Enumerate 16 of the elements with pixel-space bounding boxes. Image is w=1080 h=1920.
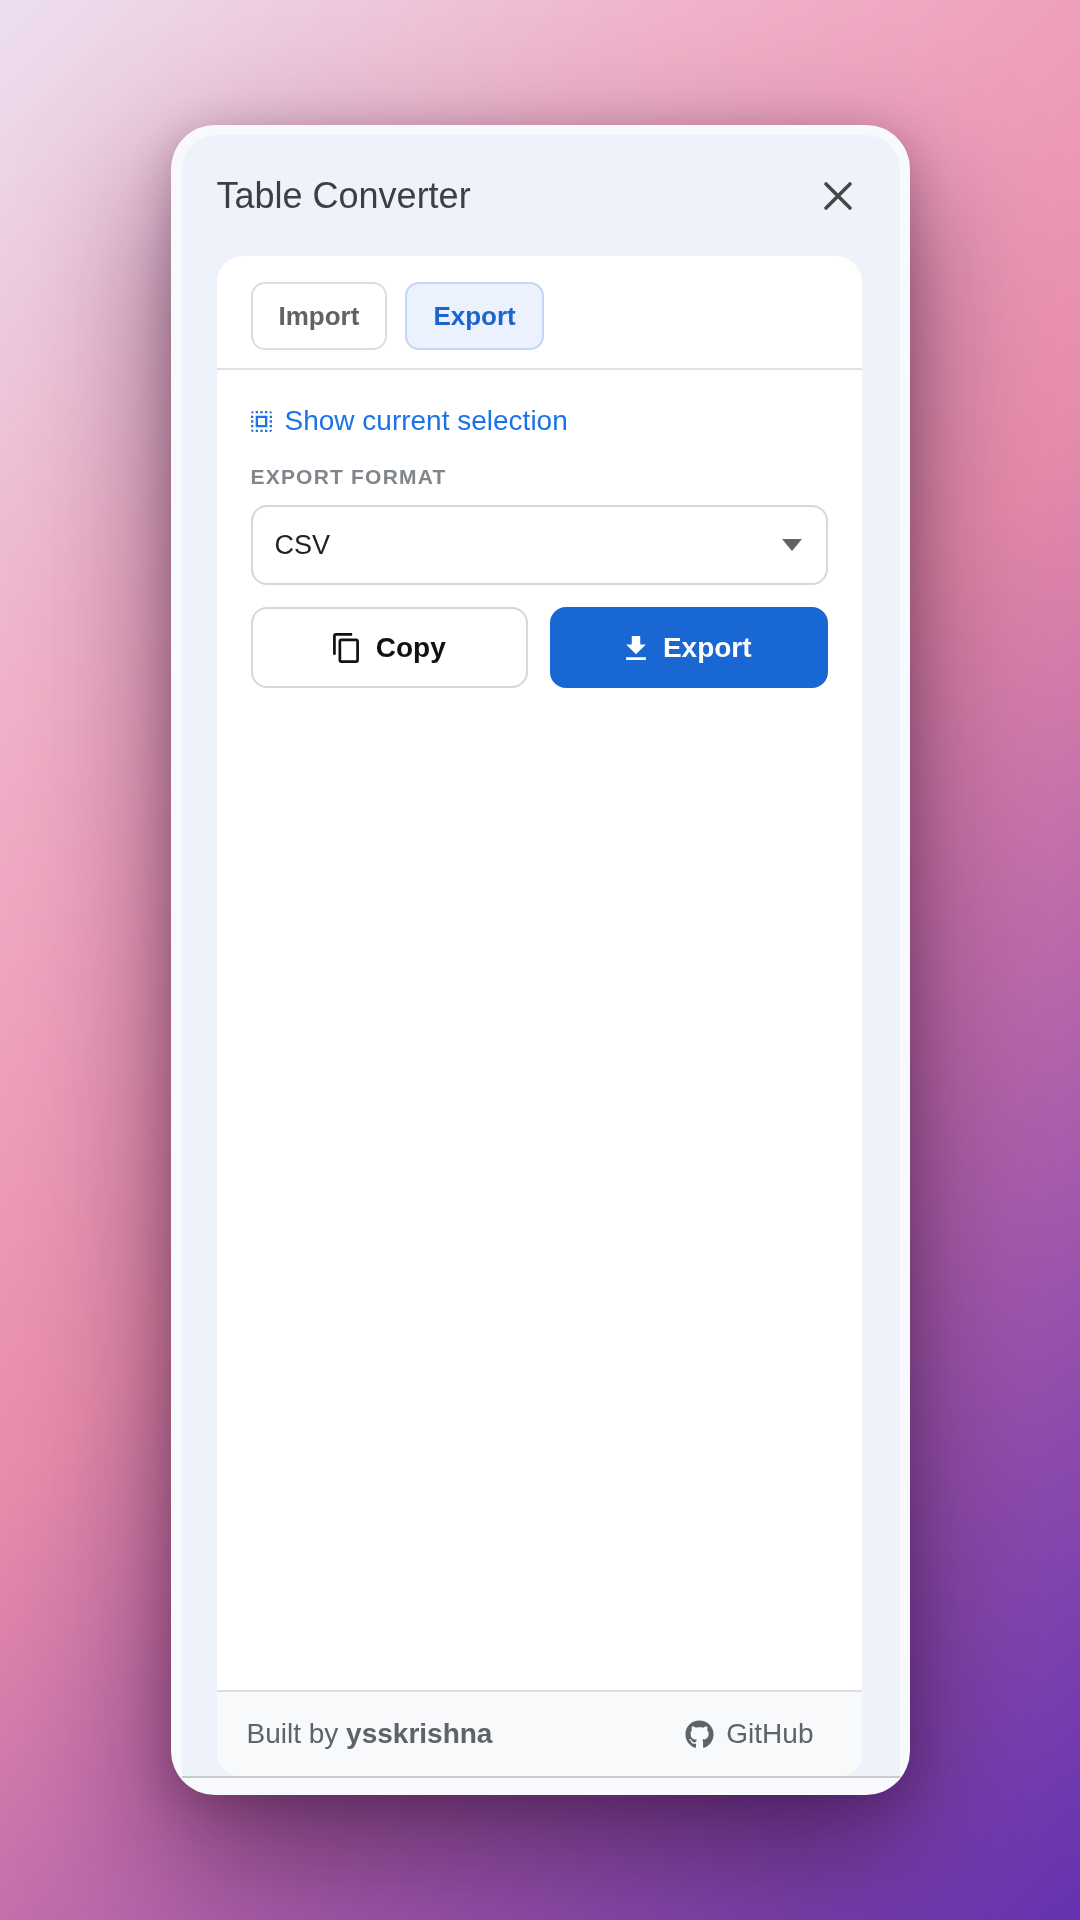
copy-button[interactable]: Copy: [250, 607, 528, 688]
window-title: Table Converter: [216, 174, 471, 217]
close-icon[interactable]: [822, 180, 853, 211]
caret-icon: [781, 539, 802, 551]
field-label: EXPORT FORMAT: [250, 464, 448, 490]
tab[interactable]: Import: [250, 282, 388, 350]
github-icon: [685, 1719, 715, 1749]
credit-text: Built by ysskrishna: [246, 1718, 493, 1750]
download-icon: [625, 635, 646, 660]
show-selection-link[interactable]: Show current selection: [250, 403, 568, 439]
github-link[interactable]: GitHub: [685, 1718, 814, 1750]
format-select[interactable]: CSV: [250, 505, 828, 585]
tab[interactable]: Export: [405, 282, 544, 350]
select-all-icon: [250, 410, 272, 432]
export-button[interactable]: Export: [550, 607, 828, 688]
copy-icon: [332, 632, 359, 663]
